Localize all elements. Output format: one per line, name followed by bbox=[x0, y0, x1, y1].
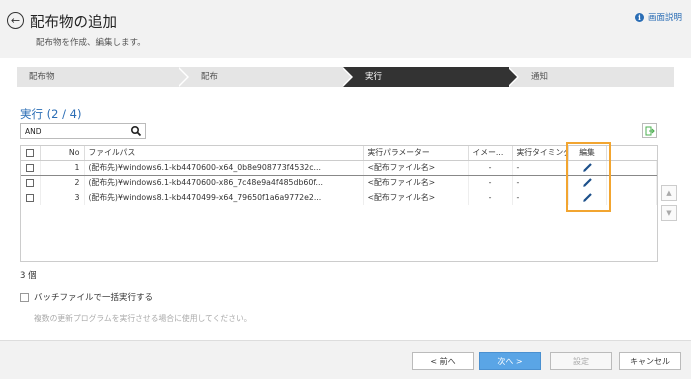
step-label: 実行 bbox=[365, 72, 383, 82]
wizard-steps: 配布物 配布 実行 通知 bbox=[17, 67, 674, 87]
row-image: - bbox=[468, 190, 513, 205]
export-button[interactable] bbox=[642, 123, 657, 138]
chevron-up-icon: ▲ bbox=[666, 189, 672, 197]
row-image: - bbox=[468, 175, 513, 190]
row-no: 3 bbox=[40, 190, 85, 205]
table-header-row: No ファイルパス 実行パラメーター イメー... 実行タイミング 編集 bbox=[21, 146, 657, 161]
settings-button[interactable]: 設定 bbox=[550, 352, 612, 370]
column-header-exec-timing[interactable]: 実行タイミング bbox=[512, 146, 569, 161]
step-label: 配布物 bbox=[29, 72, 55, 82]
column-header-edit: 編集 bbox=[568, 146, 607, 161]
row-exec-timing: - bbox=[512, 159, 569, 176]
table-row[interactable]: 2 (配布先)¥windows6.1-kb4470600-x86_7c48e9a… bbox=[21, 175, 657, 190]
footer-bar: < 前へ 次へ > 設定 キャンセル bbox=[0, 340, 691, 379]
back-arrow-icon[interactable]: ← bbox=[7, 12, 24, 29]
step-notify: 通知 bbox=[509, 67, 674, 87]
batch-note: 複数の更新プログラムを実行させる場合に使用してください。 bbox=[34, 314, 252, 323]
info-icon: i bbox=[634, 12, 644, 22]
export-icon bbox=[645, 126, 655, 135]
search-input[interactable] bbox=[25, 126, 125, 136]
move-up-button[interactable]: ▲ bbox=[661, 185, 677, 201]
step-distributable: 配布物 bbox=[17, 67, 189, 87]
row-image: - bbox=[468, 159, 513, 176]
chevron-down-icon: ▼ bbox=[666, 209, 672, 217]
batch-execute-label: バッチファイルで一括実行する bbox=[34, 293, 154, 303]
page-title: 配布物の追加 bbox=[30, 15, 117, 31]
item-count: 3 個 bbox=[20, 271, 37, 281]
row-no: 1 bbox=[40, 159, 85, 176]
help-link[interactable]: i 画面説明 bbox=[634, 11, 682, 23]
header: ← 配布物の追加 配布物を作成、編集します。 i 画面説明 bbox=[0, 0, 691, 58]
row-file-path: (配布先)¥windows6.1-kb4470600-x64_0b8e90877… bbox=[84, 159, 364, 176]
file-table: No ファイルパス 実行パラメーター イメー... 実行タイミング 編集 1 (… bbox=[20, 145, 658, 262]
column-header-image[interactable]: イメー... bbox=[468, 146, 513, 161]
row-file-path: (配布先)¥windows8.1-kb4470499-x64_79650f1a6… bbox=[84, 190, 364, 205]
row-exec-param: <配布ファイル名> bbox=[363, 175, 469, 190]
next-button[interactable]: 次へ > bbox=[479, 352, 541, 370]
search-box bbox=[20, 123, 146, 139]
column-header-file-path[interactable]: ファイルパス bbox=[84, 146, 364, 161]
prev-button[interactable]: < 前へ bbox=[412, 352, 474, 370]
column-header-exec-params[interactable]: 実行パラメーター bbox=[363, 146, 469, 161]
step-execute: 実行 bbox=[343, 67, 519, 87]
select-all-checkbox[interactable] bbox=[26, 149, 35, 158]
help-label: 画面説明 bbox=[647, 13, 682, 23]
select-all-cell bbox=[21, 146, 41, 161]
page-subtitle: 配布物を作成、編集します。 bbox=[36, 38, 146, 48]
row-exec-timing: - bbox=[512, 190, 569, 205]
batch-execute-checkbox[interactable] bbox=[20, 292, 29, 302]
edit-pencil-icon[interactable] bbox=[582, 177, 593, 188]
row-checkbox[interactable] bbox=[26, 179, 35, 188]
row-exec-param: <配布ファイル名> bbox=[363, 190, 469, 205]
table-row[interactable]: 1 (配布先)¥windows6.1-kb4470600-x64_0b8e908… bbox=[21, 159, 657, 176]
row-exec-timing: - bbox=[512, 175, 569, 190]
section-title: 実行 (2 / 4) bbox=[20, 107, 82, 121]
step-label: 通知 bbox=[531, 72, 549, 82]
row-no: 2 bbox=[40, 175, 85, 190]
row-exec-param: <配布ファイル名> bbox=[363, 159, 469, 176]
row-file-path: (配布先)¥windows6.1-kb4470600-x86_7c48e9a4f… bbox=[84, 175, 364, 190]
step-label: 配布 bbox=[201, 72, 219, 82]
move-down-button[interactable]: ▼ bbox=[661, 205, 677, 221]
row-checkbox[interactable] bbox=[26, 164, 35, 172]
row-checkbox[interactable] bbox=[26, 194, 35, 202]
edit-pencil-icon[interactable] bbox=[582, 192, 593, 203]
column-header-no[interactable]: No bbox=[40, 146, 85, 161]
edit-pencil-icon[interactable] bbox=[582, 162, 593, 173]
search-icon[interactable] bbox=[130, 125, 142, 137]
table-row[interactable]: 3 (配布先)¥windows8.1-kb4470499-x64_79650f1… bbox=[21, 190, 657, 205]
batch-execute-option[interactable]: バッチファイルで一括実行する bbox=[20, 291, 153, 303]
step-distribution: 配布 bbox=[179, 67, 353, 87]
cancel-button[interactable]: キャンセル bbox=[619, 352, 681, 370]
